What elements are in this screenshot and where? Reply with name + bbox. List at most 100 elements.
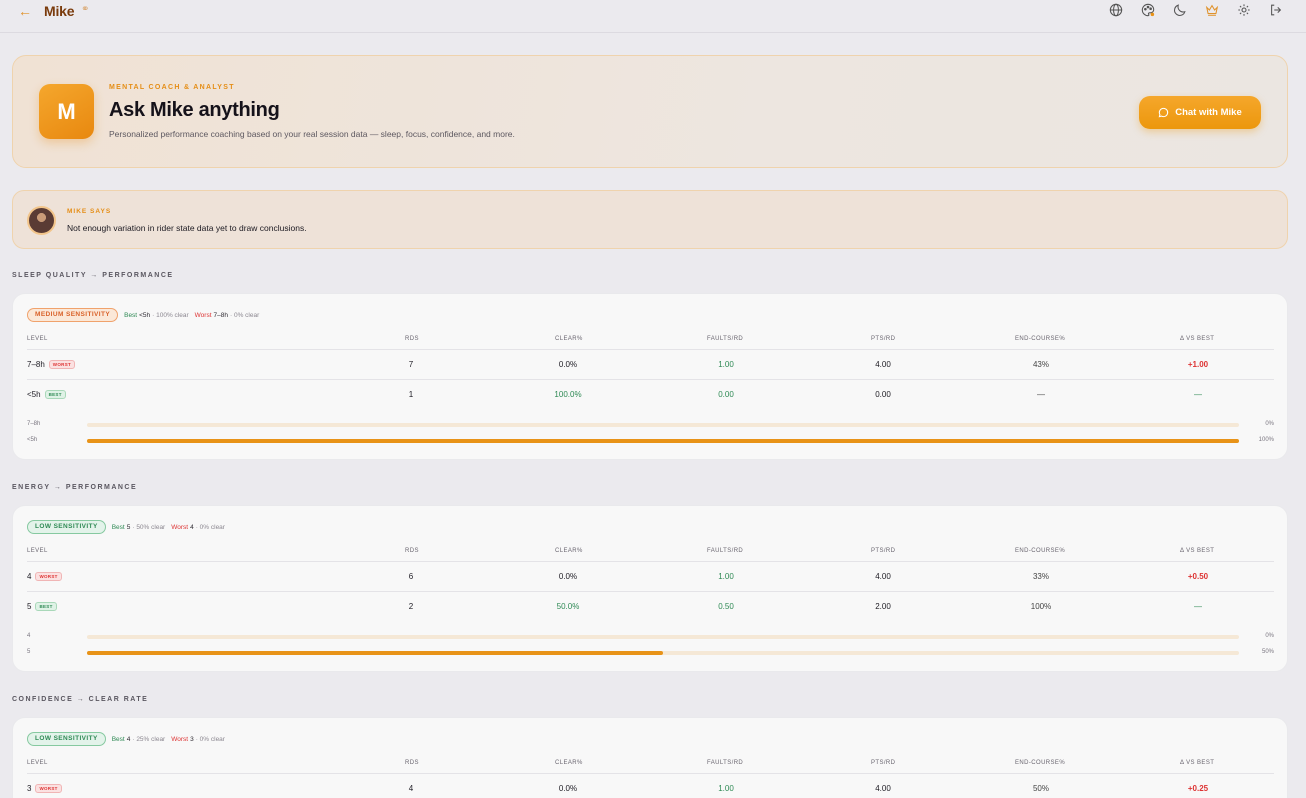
- best-key: 4: [126, 735, 131, 743]
- faults-cell: 0.50: [718, 602, 734, 611]
- delta-cell: +0.50: [1187, 572, 1209, 581]
- section-title: CONFIDENCE → CLEAR RATE: [12, 696, 149, 703]
- table-row-level: 5 BEST: [27, 602, 57, 611]
- delta-cell: +0.25: [1187, 784, 1209, 793]
- table-row-level: 4 WORST: [27, 572, 62, 581]
- column-header: FAULTS/RD: [707, 336, 744, 342]
- table-row-level: <5h BEST: [27, 390, 66, 399]
- bar-fill: [87, 439, 1239, 443]
- delta-cell: —: [1194, 602, 1202, 611]
- end-course-cell: —: [1037, 390, 1045, 399]
- pts-cell: 4.00: [875, 784, 891, 793]
- globe-icon[interactable]: [1109, 3, 1123, 17]
- rds-cell: 2: [408, 602, 414, 611]
- faults-cell: 1.00: [718, 360, 734, 369]
- moon-icon[interactable]: [1173, 3, 1187, 17]
- column-header: LEVEL: [27, 336, 48, 342]
- rds-cell: 1: [408, 390, 414, 399]
- column-header: Δ VS BEST: [1180, 548, 1215, 554]
- pts-cell: 4.00: [875, 572, 891, 581]
- divider: [27, 561, 1274, 562]
- column-header: RDS: [405, 760, 419, 766]
- chat-bubble-icon: [1158, 107, 1169, 118]
- logout-icon[interactable]: [1269, 3, 1283, 17]
- clear-cell: 0.0%: [558, 572, 578, 581]
- divider: [27, 591, 1274, 592]
- clear-cell: 50.0%: [556, 602, 580, 611]
- clear-rate-bar: [87, 423, 1239, 427]
- chat-button-label: Chat with Mike: [1175, 107, 1242, 118]
- clear-cell: 0.0%: [558, 360, 578, 369]
- level-label: 4: [27, 572, 32, 581]
- coach-hero-card: M MENTAL COACH & ANALYST Ask Mike anythi…: [12, 55, 1288, 168]
- bar-percent: 100%: [1258, 437, 1274, 443]
- worst-detail: · 0% clear: [195, 523, 225, 531]
- hero-title: Ask Mike anything: [109, 99, 280, 121]
- best-label: Best: [124, 311, 138, 319]
- column-header: LEVEL: [27, 548, 48, 554]
- rds-cell: 7: [408, 360, 414, 369]
- bar-label: 5: [27, 649, 31, 655]
- column-header: PTS/RD: [871, 760, 896, 766]
- column-header: END-COURSE%: [1015, 548, 1066, 554]
- column-header: CLEAR%: [555, 548, 583, 554]
- column-header: PTS/RD: [871, 336, 896, 342]
- sensitivity-badge: LOW SENSITIVITY: [27, 732, 106, 746]
- worst-label: Worst: [194, 311, 212, 319]
- says-kicker: MIKE SAYS: [67, 208, 112, 215]
- confidence-card: LOW SENSITIVITY Best 4 · 25% clear Worst…: [12, 717, 1288, 798]
- sleep-quality-card: MEDIUM SENSITIVITY Best <5h · 100% clear…: [12, 293, 1288, 460]
- worst-tag: WORST: [48, 360, 76, 369]
- chat-with-mike-button[interactable]: Chat with Mike: [1139, 96, 1261, 129]
- headphones-icon: ⚭: [81, 4, 90, 15]
- level-label: 7–8h: [27, 360, 45, 369]
- column-header: CLEAR%: [555, 336, 583, 342]
- gear-icon[interactable]: [1237, 3, 1251, 17]
- column-header: FAULTS/RD: [707, 548, 744, 554]
- best-detail: · 25% clear: [132, 735, 166, 743]
- worst-tag: WORST: [35, 784, 62, 793]
- faults-cell: 0.00: [718, 390, 734, 399]
- worst-label: Worst: [171, 523, 189, 531]
- delta-cell: —: [1194, 390, 1202, 399]
- column-header: END-COURSE%: [1015, 336, 1066, 342]
- crown-icon[interactable]: [1205, 3, 1219, 17]
- page-title: Mike: [44, 3, 75, 19]
- bar-percent: 0%: [1265, 633, 1274, 639]
- rds-cell: 6: [408, 572, 414, 581]
- column-header: RDS: [405, 548, 419, 554]
- best-label: Best: [111, 735, 125, 743]
- level-label: 5: [27, 602, 32, 611]
- pts-cell: 0.00: [875, 390, 891, 399]
- worst-detail: · 0% clear: [195, 735, 225, 743]
- avatar: [27, 206, 56, 235]
- clear-cell: 100.0%: [554, 390, 582, 399]
- bar-label: 4: [27, 633, 31, 639]
- clear-rate-bar: [87, 635, 1239, 639]
- column-header: CLEAR%: [555, 760, 583, 766]
- energy-card: LOW SENSITIVITY Best 5 · 50% clear Worst…: [12, 505, 1288, 672]
- column-header: LEVEL: [27, 760, 48, 766]
- column-header: FAULTS/RD: [707, 760, 744, 766]
- faults-cell: 1.00: [718, 572, 734, 581]
- avatar: M: [39, 84, 94, 139]
- summary-line: LOW SENSITIVITY Best 5 · 50% clear Worst…: [27, 520, 225, 534]
- end-course-cell: 50%: [1032, 784, 1049, 793]
- clear-rate-bar: [87, 439, 1239, 443]
- column-header: Δ VS BEST: [1180, 336, 1215, 342]
- best-detail: · 50% clear: [132, 523, 166, 531]
- palette-icon[interactable]: [1141, 3, 1155, 17]
- divider: [27, 349, 1274, 350]
- end-course-cell: 100%: [1030, 602, 1052, 611]
- hero-subtitle: Personalized performance coaching based …: [109, 129, 515, 139]
- worst-key: 4: [190, 523, 194, 531]
- bar-label: <5h: [27, 437, 38, 443]
- arrow-left-icon[interactable]: ←: [18, 3, 32, 19]
- faults-cell: 1.00: [718, 784, 734, 793]
- summary-line: LOW SENSITIVITY Best 4 · 25% clear Worst…: [27, 732, 225, 746]
- table-row-level: 7–8h WORST: [27, 360, 76, 369]
- rds-cell: 4: [408, 784, 414, 793]
- divider: [27, 379, 1274, 380]
- table-row-level: 3 WORST: [27, 784, 62, 793]
- worst-key: 3: [190, 735, 194, 743]
